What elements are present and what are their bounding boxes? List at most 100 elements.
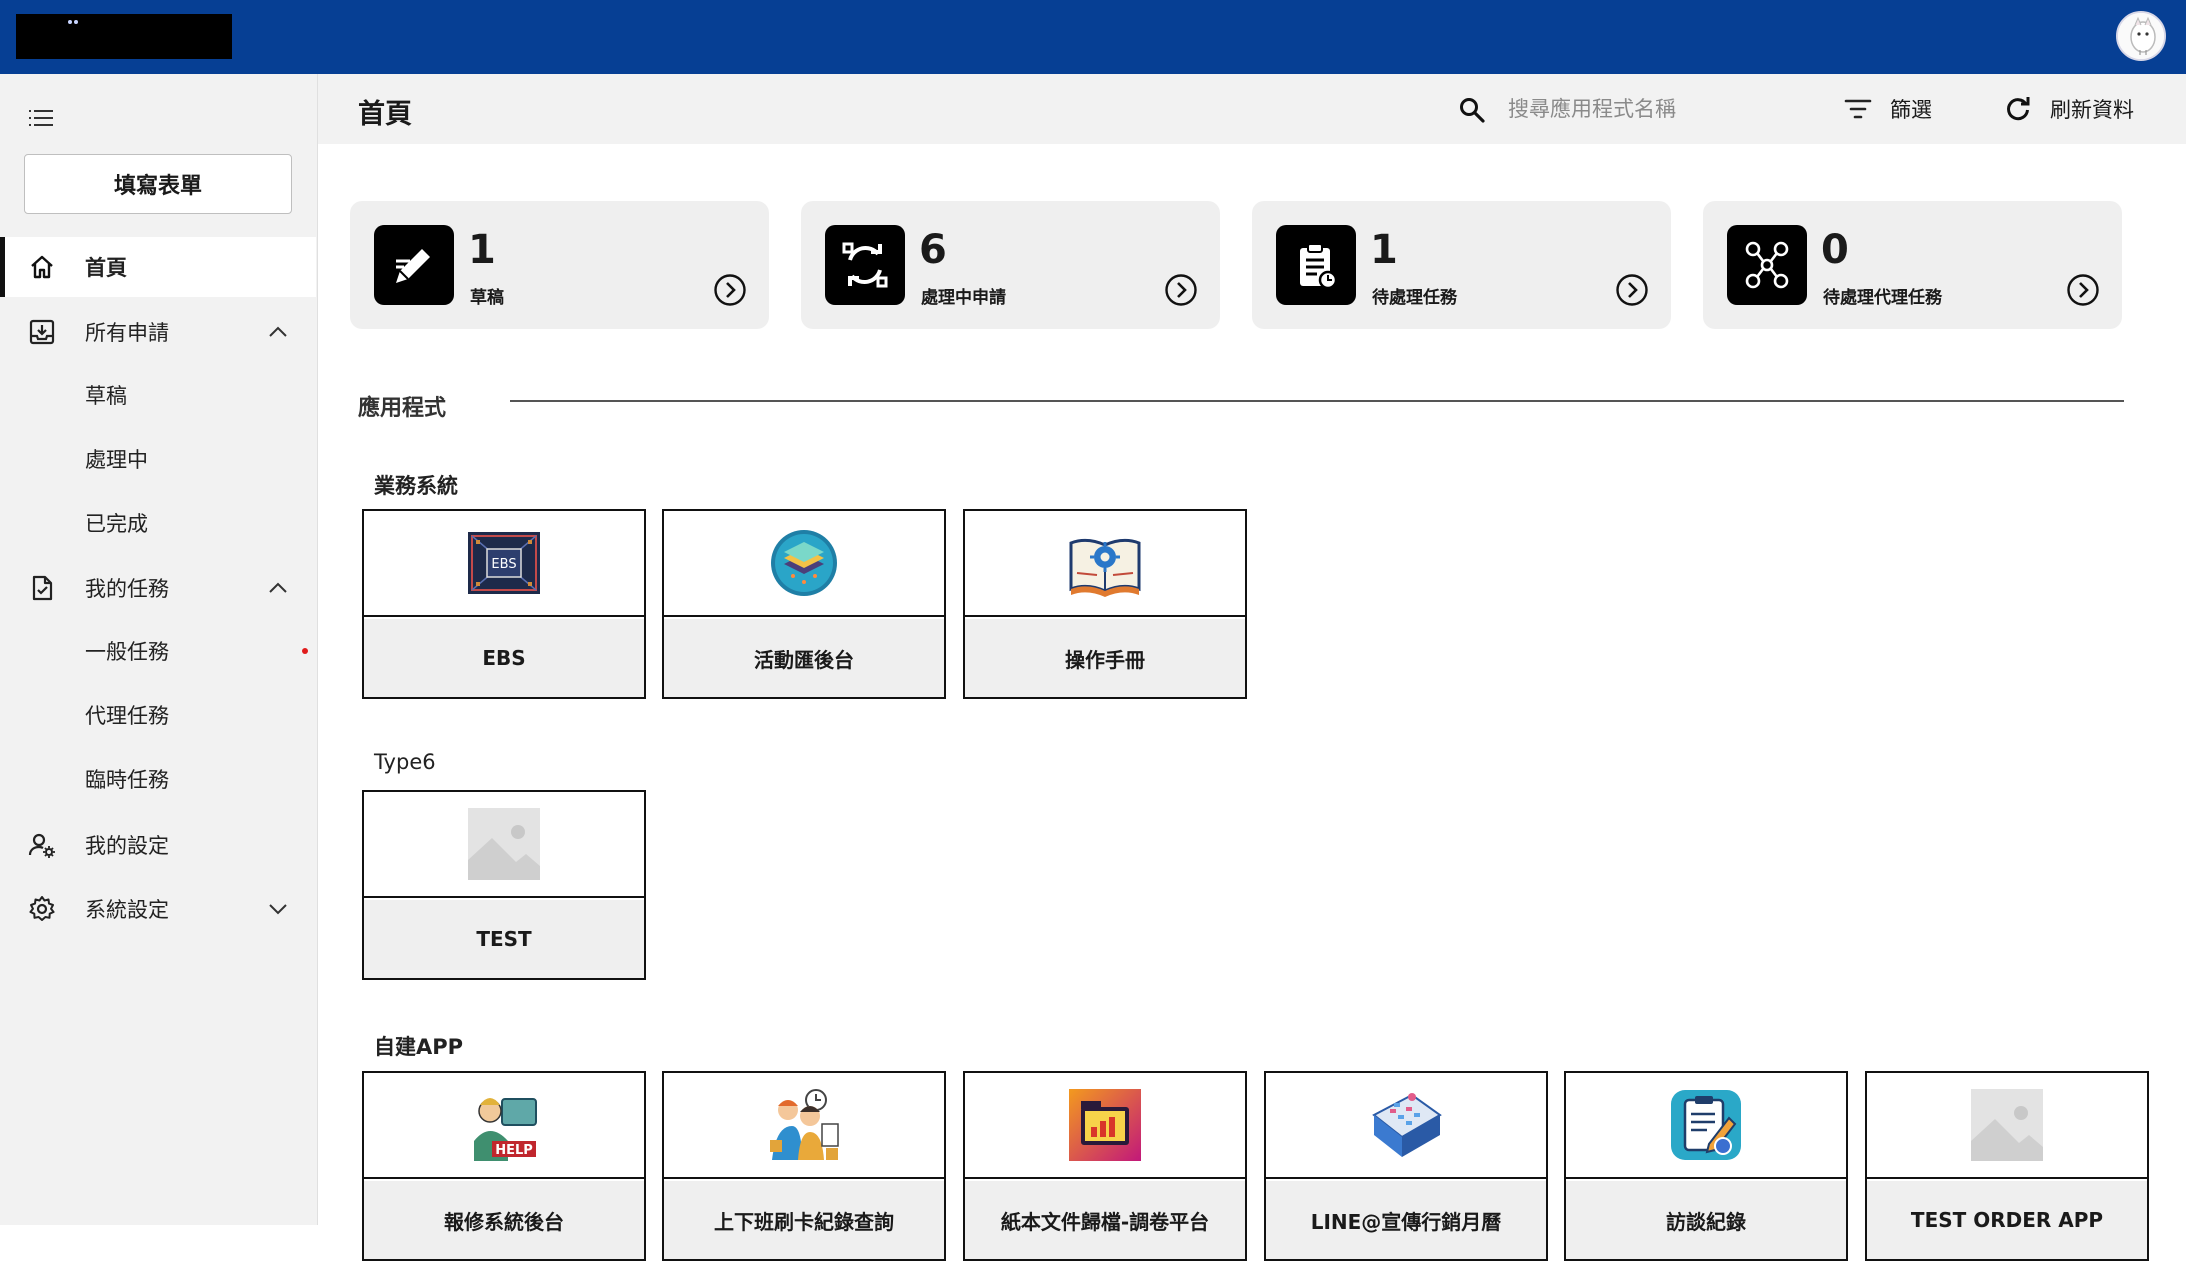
page-header: 首頁 篩選 刷新資料: [318, 74, 2186, 144]
app-tile-name: 訪談紀錄: [1566, 1181, 1846, 1259]
sidebar-item-in-progress[interactable]: 處理中: [0, 431, 316, 487]
help-desk-icon: HELP: [468, 1089, 540, 1161]
app-tile-archive-platform[interactable]: 紙本文件歸檔-調卷平台: [963, 1071, 1247, 1261]
stat-count: 1: [1370, 227, 1398, 273]
sidebar-item-label: 首頁: [85, 256, 127, 280]
stat-label: 待處理代理任務: [1823, 288, 1942, 308]
app-tile-name: 上下班刷卡紀錄查詢: [664, 1181, 944, 1259]
arrow-circle-right-icon[interactable]: [713, 273, 747, 307]
app-tile-interview-records[interactable]: 訪談紀錄: [1564, 1071, 1848, 1261]
search-icon[interactable]: [1458, 96, 1486, 124]
sidebar-item-label: 所有申請: [85, 321, 169, 345]
app-tile-image: [965, 1073, 1245, 1179]
inbox-download-icon: [29, 319, 55, 345]
filter-button[interactable]: 篩選: [1844, 88, 1932, 130]
sidebar-item-my-tasks[interactable]: 我的任務: [0, 558, 316, 618]
sidebar-subitem-label: 代理任務: [85, 704, 169, 728]
app-tile-test-order-app[interactable]: TEST ORDER APP: [1865, 1071, 2149, 1261]
filter-icon: [1844, 99, 1872, 119]
app-tile-name: TEST ORDER APP: [1867, 1181, 2147, 1259]
clock-in-icon: [770, 1089, 839, 1160]
arrow-circle-right-icon[interactable]: [2066, 273, 2100, 307]
sidebar-item-all-applications[interactable]: 所有申請: [0, 302, 316, 362]
clipboard-clock-icon: [1276, 225, 1356, 305]
svg-text:EBS: EBS: [491, 557, 516, 572]
page-title: 首頁: [358, 99, 412, 130]
interview-clipboard-icon: [1671, 1090, 1741, 1160]
app-tile-name: EBS: [364, 619, 644, 697]
alert-dot: [302, 648, 308, 654]
search-input[interactable]: [1506, 88, 1806, 130]
ebs-chip-icon: EBS: [468, 532, 540, 594]
app-tile-name: 報修系統後台: [364, 1181, 644, 1259]
sidebar-subitem-label: 一般任務: [85, 640, 169, 664]
fill-form-button[interactable]: 填寫表單: [24, 154, 292, 214]
app-tile-line-marketing-calendar[interactable]: LINE@宣傳行銷月曆: [1264, 1071, 1548, 1261]
stat-count: 1: [468, 227, 496, 273]
stat-card-processing[interactable]: 6 處理中申請: [801, 201, 1220, 329]
app-tile-image: [1867, 1073, 2147, 1179]
app-group-title: Type6: [374, 750, 436, 774]
filter-label: 篩選: [1890, 98, 1932, 122]
app-tile-name: 活動匯後台: [664, 619, 944, 697]
calendar-icon: [1372, 1093, 1442, 1157]
refresh-label: 刷新資料: [2050, 98, 2134, 122]
app-tile-clock-in-records[interactable]: 上下班刷卡紀錄查詢: [662, 1071, 946, 1261]
chevron-up-icon[interactable]: [266, 320, 290, 344]
sidebar-item-proxy-tasks[interactable]: 代理任務: [0, 687, 316, 743]
refresh-button[interactable]: 刷新資料: [2004, 88, 2134, 130]
app-tile-manual[interactable]: 操作手冊: [963, 509, 1247, 699]
app-tile-image: HELP: [364, 1073, 644, 1179]
app-tile-image: [965, 511, 1245, 617]
sidebar-subitem-label: 臨時任務: [85, 768, 169, 792]
task-document-icon: [32, 575, 53, 601]
stat-count: 0: [1821, 227, 1849, 273]
app-tile-test[interactable]: TEST: [362, 790, 646, 980]
sidebar-item-my-settings[interactable]: 我的設定: [0, 815, 316, 875]
divider: [510, 400, 2124, 402]
app-tile-image: [664, 511, 944, 617]
user-settings-icon: [28, 833, 55, 858]
image-placeholder-icon: [1971, 1089, 2043, 1161]
archive-folder-icon: [1069, 1089, 1141, 1161]
svg-text:HELP: HELP: [495, 1143, 533, 1158]
app-tile-image: [364, 792, 644, 898]
chevron-up-icon[interactable]: [266, 576, 290, 600]
logo-mark-icon: [68, 20, 78, 24]
app-tile-name: TEST: [364, 900, 644, 978]
app-tile-ebs[interactable]: EBS EBS: [362, 509, 646, 699]
gear-icon: [29, 896, 55, 921]
stat-label: 待處理任務: [1372, 288, 1457, 308]
stat-count: 6: [919, 227, 947, 273]
app-tile-activity-admin[interactable]: 活動匯後台: [662, 509, 946, 699]
app-tile-image: EBS: [364, 511, 644, 617]
arrow-circle-right-icon[interactable]: [1615, 273, 1649, 307]
sidebar-item-label: 我的任務: [85, 577, 169, 601]
stat-card-pending-tasks[interactable]: 1 待處理任務: [1252, 201, 1671, 329]
sidebar-subitem-label: 已完成: [85, 512, 148, 536]
app-tile-repair-admin[interactable]: HELP 報修系統後台: [362, 1071, 646, 1261]
sidebar-item-temp-tasks[interactable]: 臨時任務: [0, 751, 316, 807]
sidebar-subitem-label: 草稿: [85, 384, 127, 408]
app-tile-image: [1566, 1073, 1846, 1179]
user-avatar[interactable]: [2116, 11, 2166, 61]
app-tile-name: 紙本文件歸檔-調卷平台: [965, 1181, 1245, 1259]
stat-card-pending-proxy-tasks[interactable]: 0 待處理代理任務: [1703, 201, 2122, 329]
sidebar-item-home[interactable]: 首頁: [0, 237, 316, 297]
stat-card-drafts[interactable]: 1 草稿: [350, 201, 769, 329]
top-bar: [0, 0, 2186, 74]
chevron-down-icon[interactable]: [266, 897, 290, 921]
stat-label: 草稿: [470, 288, 504, 308]
pencil-note-icon: [374, 225, 454, 305]
arrow-circle-right-icon[interactable]: [1164, 273, 1198, 307]
image-placeholder-icon: [468, 808, 540, 880]
company-logo[interactable]: [16, 14, 232, 59]
sidebar-item-drafts[interactable]: 草稿: [0, 367, 316, 423]
sidebar-item-system-settings[interactable]: 系統設定: [0, 879, 316, 939]
sync-arrows-icon: [825, 225, 905, 305]
menu-toggle-icon[interactable]: [26, 106, 56, 130]
app-tile-image: [664, 1073, 944, 1179]
sidebar-item-completed[interactable]: 已完成: [0, 495, 316, 551]
sidebar-item-general-tasks[interactable]: 一般任務: [0, 623, 316, 679]
sidebar-item-label: 系統設定: [85, 898, 169, 922]
